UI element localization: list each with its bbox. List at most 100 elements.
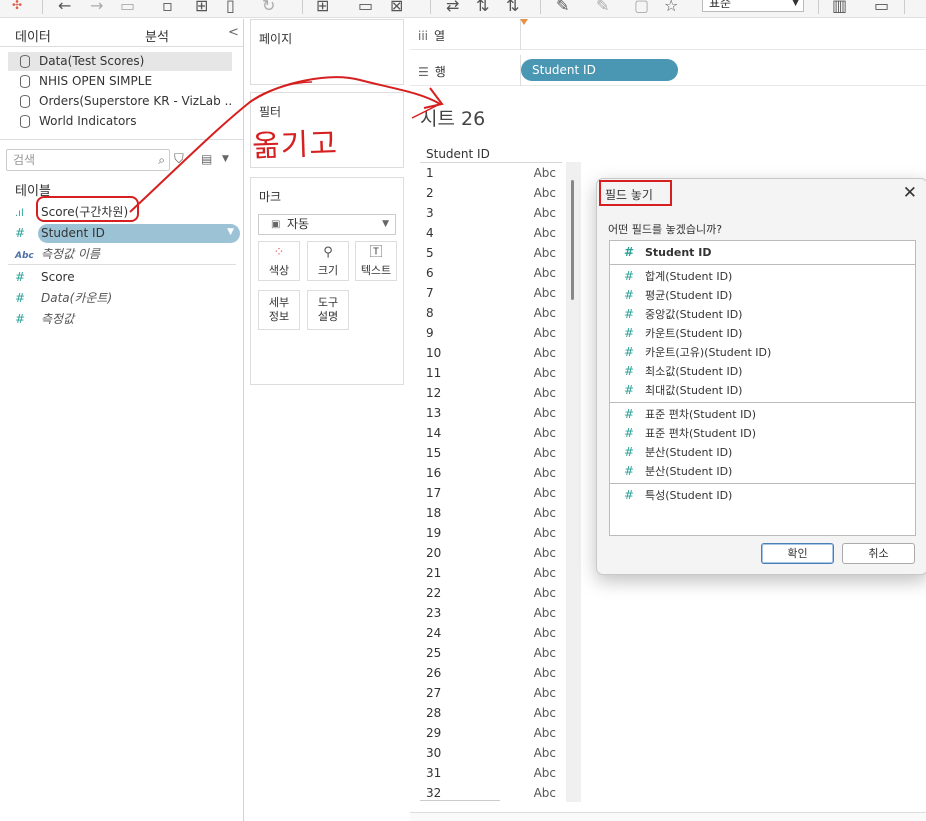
table-row[interactable]: 31 Abc bbox=[420, 763, 562, 783]
field-score[interactable]: # Score bbox=[15, 268, 75, 287]
table-row[interactable]: 7 Abc bbox=[420, 283, 562, 303]
field-measure-names[interactable]: Abc 측정값 이름 bbox=[15, 245, 100, 264]
table-column-header[interactable]: Student ID bbox=[420, 145, 562, 163]
pin-icon[interactable]: ☆ bbox=[664, 0, 678, 15]
field-option[interactable]: # 표준 편차(Student ID) bbox=[610, 424, 915, 443]
new-datasource-icon[interactable]: ▭ bbox=[120, 0, 135, 15]
size-button[interactable]: ⚲ 크기 bbox=[307, 241, 349, 281]
columns-shelf[interactable]: iii 열 bbox=[410, 19, 926, 50]
add-chart-icon[interactable]: ⊞ bbox=[316, 0, 329, 15]
table-row[interactable]: 4 Abc bbox=[420, 223, 562, 243]
option-student-id[interactable]: # Student ID bbox=[610, 243, 915, 262]
collapse-pane-icon[interactable]: < bbox=[228, 25, 239, 40]
tab-analysis[interactable]: 분석 bbox=[145, 26, 169, 45]
label-icon[interactable]: ▢ bbox=[634, 0, 649, 15]
field-option[interactable]: # 분산(Student ID) bbox=[610, 443, 915, 462]
clear-icon[interactable]: ⊠ bbox=[390, 0, 403, 15]
list-view-icon[interactable]: ▤ bbox=[201, 152, 212, 166]
datasource-world-indicators[interactable]: World Indicators bbox=[8, 112, 232, 131]
field-option[interactable]: # 평균(Student ID) bbox=[610, 286, 915, 305]
table-row[interactable]: 17 Abc bbox=[420, 483, 562, 503]
color-button[interactable]: ⁘ 색상 bbox=[258, 241, 300, 281]
detail-button[interactable]: 세부 정보 bbox=[258, 290, 300, 330]
group-icon[interactable]: ✎ bbox=[596, 0, 609, 15]
field-option[interactable]: # 합계(Student ID) bbox=[610, 267, 915, 286]
close-icon[interactable]: ✕ bbox=[903, 183, 917, 203]
filter-icon[interactable]: ⛉ bbox=[174, 152, 184, 167]
field-option[interactable]: # 카운트(Student ID) bbox=[610, 324, 915, 343]
sort-desc-icon[interactable]: ⇅ bbox=[506, 0, 519, 15]
refresh-icon[interactable]: ↻ bbox=[262, 0, 275, 15]
tableau-logo-icon[interactable]: ✣ bbox=[12, 0, 22, 12]
table-row[interactable]: 1 Abc bbox=[420, 163, 562, 183]
table-row[interactable]: 24 Abc bbox=[420, 623, 562, 643]
table-row[interactable]: 19 Abc bbox=[420, 523, 562, 543]
new-sheet-icon[interactable]: ⊞ bbox=[195, 0, 208, 15]
field-student-id[interactable]: # Student ID bbox=[15, 224, 105, 243]
table-row[interactable]: 20 Abc bbox=[420, 543, 562, 563]
table-row[interactable]: 3 Abc bbox=[420, 203, 562, 223]
ok-button[interactable]: 확인 bbox=[761, 543, 834, 564]
field-option[interactable]: # 중앙값(Student ID) bbox=[610, 305, 915, 324]
clear-sheet-icon[interactable]: ▭ bbox=[358, 0, 373, 15]
field-option[interactable]: # 최소값(Student ID) bbox=[610, 362, 915, 381]
tooltip-button[interactable]: 도구 설명 bbox=[307, 290, 349, 330]
undo-icon[interactable]: ← bbox=[58, 0, 71, 15]
redo-icon[interactable]: → bbox=[90, 0, 103, 15]
dialog-question: 어떤 필드를 놓겠습니까? bbox=[608, 223, 723, 236]
sheet-title[interactable]: 시트 26 bbox=[420, 104, 485, 131]
field-option[interactable]: # 최대값(Student ID) bbox=[610, 381, 915, 400]
field-option[interactable]: # 표준 편차(Student ID) bbox=[610, 405, 915, 424]
field-option[interactable]: # 특성(Student ID) bbox=[610, 486, 915, 505]
marks-title: 마크 bbox=[259, 190, 282, 204]
table-row[interactable]: 23 Abc bbox=[420, 603, 562, 623]
table-row[interactable]: 28 Abc bbox=[420, 703, 562, 723]
pages-card[interactable]: 페이지 bbox=[250, 19, 404, 85]
table-row[interactable]: 15 Abc bbox=[420, 443, 562, 463]
table-row[interactable]: 25 Abc bbox=[420, 643, 562, 663]
table-row[interactable]: 16 Abc bbox=[420, 463, 562, 483]
datasource-test-scores[interactable]: Data(Test Scores) bbox=[8, 52, 232, 71]
table-row[interactable]: 13 Abc bbox=[420, 403, 562, 423]
table-row[interactable]: 9 Abc bbox=[420, 323, 562, 343]
cancel-button[interactable]: 취소 bbox=[842, 543, 915, 564]
sort-asc-icon[interactable]: ⇅ bbox=[476, 0, 489, 15]
table-row[interactable]: 30 Abc bbox=[420, 743, 562, 763]
table-row[interactable]: 18 Abc bbox=[420, 503, 562, 523]
table-row[interactable]: 6 Abc bbox=[420, 263, 562, 283]
scrollbar-thumb[interactable] bbox=[571, 180, 574, 300]
table-row[interactable]: 2 Abc bbox=[420, 183, 562, 203]
field-menu-arrow-icon[interactable]: ▼ bbox=[227, 227, 234, 237]
field-option[interactable]: # 카운트(고유)(Student ID) bbox=[610, 343, 915, 362]
field-measure-values[interactable]: # 측정값 bbox=[15, 310, 74, 329]
table-row[interactable]: 14 Abc bbox=[420, 423, 562, 443]
show-me-icon[interactable]: ▥ bbox=[832, 0, 847, 15]
highlight-icon[interactable]: ✎ bbox=[556, 0, 569, 15]
table-row[interactable]: 27 Abc bbox=[420, 683, 562, 703]
tab-data[interactable]: 데이터 bbox=[15, 26, 51, 45]
table-row[interactable]: 21 Abc bbox=[420, 563, 562, 583]
chevron-down-icon[interactable]: ▼ bbox=[222, 154, 229, 164]
table-row[interactable]: 5 Abc bbox=[420, 243, 562, 263]
search-input[interactable]: 검색 ⌕ bbox=[6, 149, 170, 171]
datasource-nhis[interactable]: NHIS OPEN SIMPLE bbox=[8, 72, 232, 91]
save-icon[interactable]: ▫ bbox=[162, 0, 173, 15]
table-row[interactable]: 26 Abc bbox=[420, 663, 562, 683]
table-row[interactable]: 22 Abc bbox=[420, 583, 562, 603]
table-row[interactable]: 29 Abc bbox=[420, 723, 562, 743]
text-button[interactable]: 🅃 텍스트 bbox=[355, 241, 397, 281]
table-row[interactable]: 10 Abc bbox=[420, 343, 562, 363]
rows-pill-student-id[interactable]: Student ID bbox=[521, 59, 678, 81]
rows-shelf[interactable]: ☰ 행 Student ID bbox=[410, 55, 926, 86]
fit-select[interactable]: 표준 ▼ bbox=[702, 0, 804, 12]
duplicate-sheet-icon[interactable]: ▯ bbox=[226, 0, 235, 15]
presentation-icon[interactable]: ▭ bbox=[874, 0, 889, 15]
table-row[interactable]: 11 Abc bbox=[420, 363, 562, 383]
field-data-count[interactable]: # Data(카운트) bbox=[15, 289, 112, 308]
datasource-orders[interactable]: Orders(Superstore KR - VizLab ... bbox=[8, 92, 232, 111]
table-row[interactable]: 8 Abc bbox=[420, 303, 562, 323]
swap-icon[interactable]: ⇄ bbox=[446, 0, 459, 15]
field-option[interactable]: # 분산(Student ID) bbox=[610, 462, 915, 481]
table-row[interactable]: 12 Abc bbox=[420, 383, 562, 403]
mark-type-select[interactable]: ▣ 자동 ▼ bbox=[258, 214, 396, 235]
